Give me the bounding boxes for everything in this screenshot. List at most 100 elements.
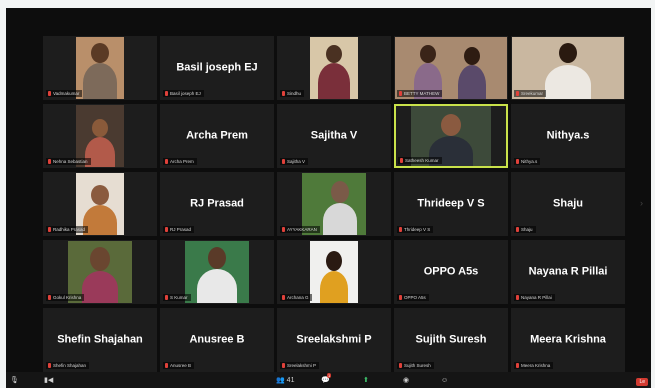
mic-muted-icon	[400, 158, 403, 163]
participant-tile[interactable]: Sreekumar	[511, 36, 625, 100]
participant-video	[310, 241, 358, 303]
participant-tile[interactable]: Sindhu	[277, 36, 391, 100]
participant-label: AYYAKKARAN	[280, 226, 320, 233]
participant-display-name: Shefin Shajahan	[57, 333, 143, 346]
participant-tile[interactable]: Sajitha V Sajitha V	[277, 104, 391, 168]
participant-label: Sreekumar	[514, 90, 547, 97]
mic-muted-icon	[282, 227, 285, 232]
participant-label: Radhika Prasad	[46, 226, 89, 233]
participant-label: Meera Krishna	[514, 362, 554, 369]
mic-muted-icon	[282, 295, 285, 300]
participant-display-name: Sujith Suresh	[415, 333, 487, 346]
mic-muted-icon	[399, 363, 402, 368]
mic-muted-icon	[399, 227, 402, 232]
participant-label: S Kumar	[163, 294, 191, 301]
participant-tile[interactable]: Nithya.s Nithya.s	[511, 104, 625, 168]
meeting-toolbar: 🎙 ▮◀ 👥 41 💬 1 ⬆ ◉ ☺ Le	[6, 372, 651, 388]
share-screen-icon[interactable]: ⬆	[363, 376, 369, 385]
participant-display-name: Sajitha V	[310, 129, 358, 142]
mic-muted-icon	[165, 363, 168, 368]
participant-tile[interactable]: BETTY MATHEW	[394, 36, 508, 100]
participant-video	[76, 37, 124, 99]
participant-tile[interactable]: RJ Prasad RJ Prasad	[160, 172, 274, 236]
participant-label: BETTY MATHEW	[397, 90, 443, 97]
mic-muted-icon	[516, 91, 519, 96]
participant-tile[interactable]: OPPO A5s OPPO A5s	[394, 240, 508, 304]
participant-tile[interactable]: Meera Krishna Meera Krishna	[511, 308, 625, 372]
participant-display-name: RJ Prasad	[190, 197, 244, 210]
participant-label: Shaju	[514, 226, 536, 233]
participant-label: Nayana R Pillai	[514, 294, 555, 301]
mic-muted-icon	[165, 91, 168, 96]
participant-tile[interactable]: Nayana R Pillai Nayana R Pillai	[511, 240, 625, 304]
participant-display-name: Meera Krishna	[530, 333, 606, 346]
participant-label: Anusree B	[163, 362, 195, 369]
participant-tile[interactable]: Anusree B Anusree B	[160, 308, 274, 372]
participant-display-name: OPPO A5s	[423, 265, 479, 278]
participant-tile[interactable]: Sujith Suresh Sujith Suresh	[394, 308, 508, 372]
stop-video-icon[interactable]: ▮◀	[44, 376, 53, 385]
mic-muted-icon	[516, 295, 519, 300]
mic-muted-icon	[48, 295, 51, 300]
participant-label: Thrideep V S	[397, 226, 434, 233]
mic-muted-icon	[165, 295, 168, 300]
participant-tile[interactable]: S Kumar	[160, 240, 274, 304]
participant-tile[interactable]: Vadmakumar	[43, 36, 157, 100]
participant-display-name: Anusree B	[189, 333, 245, 346]
next-page-chevron-icon[interactable]: ›	[640, 198, 643, 208]
participant-display-name: Nayana R Pillai	[528, 265, 608, 278]
participant-tile[interactable]: Archana G	[277, 240, 391, 304]
mic-muted-icon	[165, 159, 168, 164]
participant-tile[interactable]: Radhika Prasad	[43, 172, 157, 236]
mic-muted-icon	[399, 295, 402, 300]
mic-muted-icon	[48, 227, 51, 232]
participant-tile[interactable]: Gokul Krishna	[43, 240, 157, 304]
participant-label: Nithya.s	[514, 158, 541, 165]
participant-label: Nehna Sebastian	[46, 158, 91, 165]
mic-muted-icon	[399, 91, 402, 96]
chat-badge: 1	[327, 373, 332, 378]
reactions-icon[interactable]: ☺	[441, 376, 448, 385]
mute-microphone-icon[interactable]: 🎙	[10, 376, 19, 385]
participant-display-name: Basil joseph EJ	[176, 61, 258, 74]
participant-tile[interactable]: Thrideep V S Thrideep V S	[394, 172, 508, 236]
participant-display-name: Thrideep V S	[417, 197, 485, 210]
participant-count: 41	[286, 377, 295, 384]
gallery-grid: Vadmakumar Basil joseph EJ Basil joseph …	[43, 36, 625, 376]
participant-tile[interactable]: Archa Prem Archa Prem	[160, 104, 274, 168]
participant-label: Sindhu	[280, 90, 305, 97]
participant-video	[310, 37, 358, 99]
participant-label: Sreelakshmi P	[280, 362, 320, 369]
participant-label: Shefin Shajahan	[46, 362, 90, 369]
participant-video	[185, 241, 249, 303]
participant-tile-active-speaker[interactable]: Satheesh Kumar	[394, 104, 508, 168]
participant-display-name: Archa Prem	[186, 129, 248, 142]
meeting-window: Vadmakumar Basil joseph EJ Basil joseph …	[6, 8, 651, 388]
mic-muted-icon	[48, 159, 51, 164]
participant-label: Sajitha V	[280, 158, 309, 165]
leave-button[interactable]: Le	[636, 378, 648, 386]
mic-muted-icon	[516, 159, 519, 164]
record-icon[interactable]: ◉	[403, 376, 409, 385]
participant-label: Basil joseph EJ	[163, 90, 204, 97]
mic-muted-icon	[516, 227, 519, 232]
participant-label: Gokul Krishna	[46, 294, 85, 301]
participant-label: Archana G	[280, 294, 312, 301]
participant-label: Archa Prem	[163, 158, 197, 165]
participants-icon[interactable]: 👥 41	[276, 376, 294, 385]
mic-muted-icon	[282, 159, 285, 164]
mic-muted-icon	[48, 91, 51, 96]
participant-tile[interactable]: AYYAKKARAN	[277, 172, 391, 236]
chat-icon[interactable]: 💬 1	[321, 373, 332, 385]
participant-display-name: Shaju	[553, 197, 583, 210]
participant-label: RJ Prasad	[163, 226, 195, 233]
participant-tile[interactable]: Nehna Sebastian	[43, 104, 157, 168]
participant-tile[interactable]: Shefin Shajahan Shefin Shajahan	[43, 308, 157, 372]
participant-tile[interactable]: Sreelakshmi P Sreelakshmi P	[277, 308, 391, 372]
participant-display-name: Nithya.s	[546, 129, 590, 142]
participant-tile[interactable]: Basil joseph EJ Basil joseph EJ	[160, 36, 274, 100]
mic-muted-icon	[282, 363, 285, 368]
mic-muted-icon	[282, 91, 285, 96]
participant-tile[interactable]: Shaju Shaju	[511, 172, 625, 236]
mic-muted-icon	[165, 227, 168, 232]
